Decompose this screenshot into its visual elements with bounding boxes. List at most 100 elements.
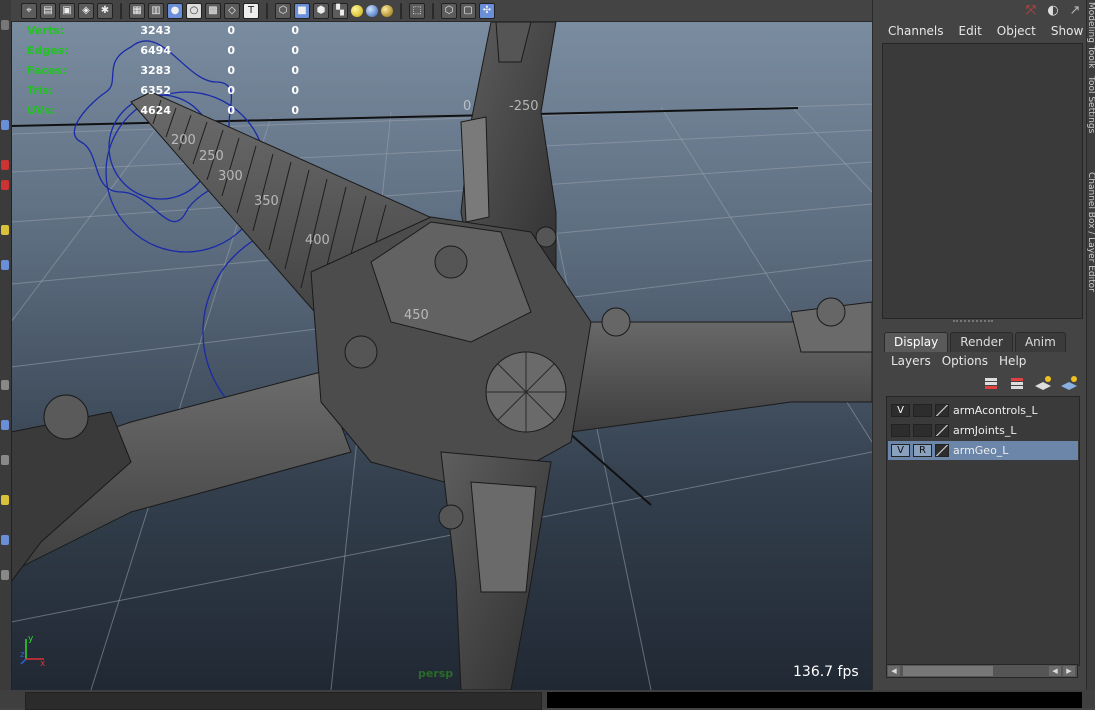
tool-stub[interactable] — [1, 420, 9, 430]
hud-row: Tris: 6352 0 0 — [27, 80, 299, 100]
menu-object[interactable]: Object — [997, 24, 1036, 38]
tool-stub[interactable] — [1, 260, 9, 270]
hud-icon[interactable]: ◇ — [224, 2, 240, 19]
hud-value: 0 — [291, 63, 299, 77]
svg-text:z: z — [20, 650, 25, 660]
tool-stub[interactable] — [1, 380, 9, 390]
scroll-left-arrow-icon[interactable]: ◀ — [1049, 666, 1061, 676]
scroll-left-arrow-icon[interactable]: ◀ — [888, 666, 900, 676]
hud-label: UVs: — [27, 103, 56, 117]
3d-scene[interactable]: -250 250 200 300 350 400 450 0 — [11, 22, 872, 690]
reference-toggle[interactable] — [913, 424, 932, 437]
all-lights-icon[interactable] — [366, 4, 378, 17]
panel-splitter[interactable] — [953, 320, 993, 326]
tab-anim[interactable]: Anim — [1014, 332, 1066, 352]
menu-help[interactable]: Help — [999, 354, 1026, 368]
toolbar-separator — [120, 2, 122, 19]
visibility-toggle[interactable] — [891, 424, 910, 437]
image-plane-icon[interactable]: ▣ — [59, 2, 75, 19]
dimension-label: -250 — [509, 99, 539, 114]
film-gate-icon[interactable]: ▥ — [148, 2, 164, 19]
xray-joints-icon[interactable]: ✣ — [479, 2, 495, 19]
command-line-input[interactable] — [25, 692, 542, 710]
xray-icon[interactable]: ▩ — [205, 2, 221, 19]
tool-stub[interactable] — [1, 535, 9, 545]
tab-display[interactable]: Display — [884, 332, 949, 352]
tool-stub[interactable] — [1, 20, 9, 30]
side-tab-modeling-toolkit[interactable]: Modeling Toolkit — [1086, 2, 1095, 68]
tab-render[interactable]: Render — [950, 332, 1013, 352]
tool-stub[interactable] — [1, 570, 9, 580]
hud-value: 0 — [227, 23, 235, 37]
fps-counter: 136.7 fps — [793, 664, 859, 680]
lower-arm-mesh[interactable] — [438, 451, 552, 690]
dimension-label: 300 — [218, 169, 243, 184]
layer-row[interactable]: V R armGeo_L — [888, 441, 1078, 460]
shadows-icon[interactable] — [381, 4, 393, 17]
reference-toggle[interactable]: R — [913, 444, 932, 457]
layer-list[interactable]: V armAcontrols_L armJoints_L V R armGeo_… — [886, 396, 1080, 666]
tool-stub[interactable] — [1, 160, 9, 170]
layer-row[interactable]: armJoints_L — [888, 421, 1078, 440]
wireframe-icon[interactable]: ○ — [186, 2, 202, 19]
wireframe-on-shaded-icon[interactable]: ⬢ — [313, 2, 329, 19]
menu-show[interactable]: Show — [1051, 24, 1083, 38]
right-arm-mesh[interactable] — [550, 297, 872, 433]
tool-stub[interactable] — [1, 455, 9, 465]
layer-editor-tabs: Display Render Anim — [884, 332, 1066, 352]
bookmark-icon[interactable]: ▤ — [40, 2, 56, 19]
menu-channels[interactable]: Channels — [888, 24, 944, 38]
hud-label: Tris: — [27, 83, 54, 97]
scroll-thumb[interactable] — [903, 666, 993, 676]
side-tab-channel-box[interactable]: Channel Box / Layer Editor — [1086, 172, 1095, 302]
tool-stub[interactable] — [1, 180, 9, 190]
perspective-viewport[interactable]: -250 250 200 300 350 400 450 0 ⌖ ▤ ▣ ◈ ✱… — [0, 0, 872, 690]
hub-mesh[interactable] — [310, 216, 592, 493]
menu-options[interactable]: Options — [942, 354, 988, 368]
tool-stub[interactable] — [1, 495, 9, 505]
menu-layers[interactable]: Layers — [891, 354, 931, 368]
text-icon[interactable]: T — [243, 2, 259, 19]
layer-editor-menu: Layers Options Help — [891, 354, 1026, 368]
scroll-right-arrow-icon[interactable]: ▶ — [1063, 666, 1075, 676]
new-layer-icon[interactable] — [1033, 374, 1053, 392]
tool-stub[interactable] — [1, 225, 9, 235]
menu-edit[interactable]: Edit — [959, 24, 982, 38]
layer-row[interactable]: V armAcontrols_L — [888, 401, 1078, 420]
move-layer-down-icon[interactable] — [1007, 374, 1027, 392]
side-tab-tool-settings[interactable]: Tool Settings — [1086, 76, 1095, 154]
hud-value: 0 — [227, 43, 235, 57]
panel-toolbar: ⌖ ▤ ▣ ◈ ✱ ▦ ▥ ● ○ ▩ ◇ T ⬡ ■ ⬢ ▚ ⬚ ⬡ ▢ ✣ — [11, 0, 872, 22]
default-light-icon[interactable] — [351, 4, 363, 17]
wireframe-cube-icon[interactable]: ⬡ — [275, 2, 291, 19]
smooth-shade-icon[interactable]: ● — [167, 2, 183, 19]
visibility-toggle[interactable]: V — [891, 444, 910, 457]
left-toolbox-edge[interactable] — [0, 0, 12, 690]
move-layer-up-icon[interactable] — [981, 374, 1001, 392]
select-camera-icon[interactable]: ⌖ — [21, 2, 37, 19]
horizontal-scrollbar[interactable]: ◀ ◀ ▶ — [886, 664, 1078, 678]
half-circle-icon[interactable]: ◐ — [1045, 2, 1061, 18]
layer-color-swatch[interactable] — [935, 424, 949, 437]
hud-value: 0 — [291, 23, 299, 37]
xray-active-icon[interactable]: ▢ — [460, 2, 476, 19]
shaded-cube-icon[interactable]: ■ — [294, 2, 310, 19]
view-axis-icon: y x z — [20, 634, 46, 667]
arrow-icon[interactable]: ↗ — [1067, 2, 1083, 18]
layer-color-swatch[interactable] — [935, 444, 949, 457]
reference-toggle[interactable] — [913, 404, 932, 417]
texture-icon[interactable]: ▚ — [332, 2, 348, 19]
layer-color-swatch[interactable] — [935, 404, 949, 417]
tool-stub[interactable] — [1, 120, 9, 130]
new-layer-selected-icon[interactable] — [1059, 374, 1079, 392]
isolate-select-icon[interactable]: ⬚ — [409, 2, 425, 19]
xray-cube-icon[interactable]: ⬡ — [441, 2, 457, 19]
grid-icon[interactable]: ▦ — [129, 2, 145, 19]
visibility-toggle[interactable]: V — [891, 404, 910, 417]
manipulator-icon[interactable]: ⤧ — [1023, 2, 1039, 18]
hud-row: UVs: 4624 0 0 — [27, 100, 299, 120]
channel-box-area[interactable] — [882, 43, 1083, 319]
2d-pan-icon[interactable]: ◈ — [78, 2, 94, 19]
layer-name: armJoints_L — [953, 424, 1017, 437]
gate-icon[interactable]: ✱ — [97, 2, 113, 19]
